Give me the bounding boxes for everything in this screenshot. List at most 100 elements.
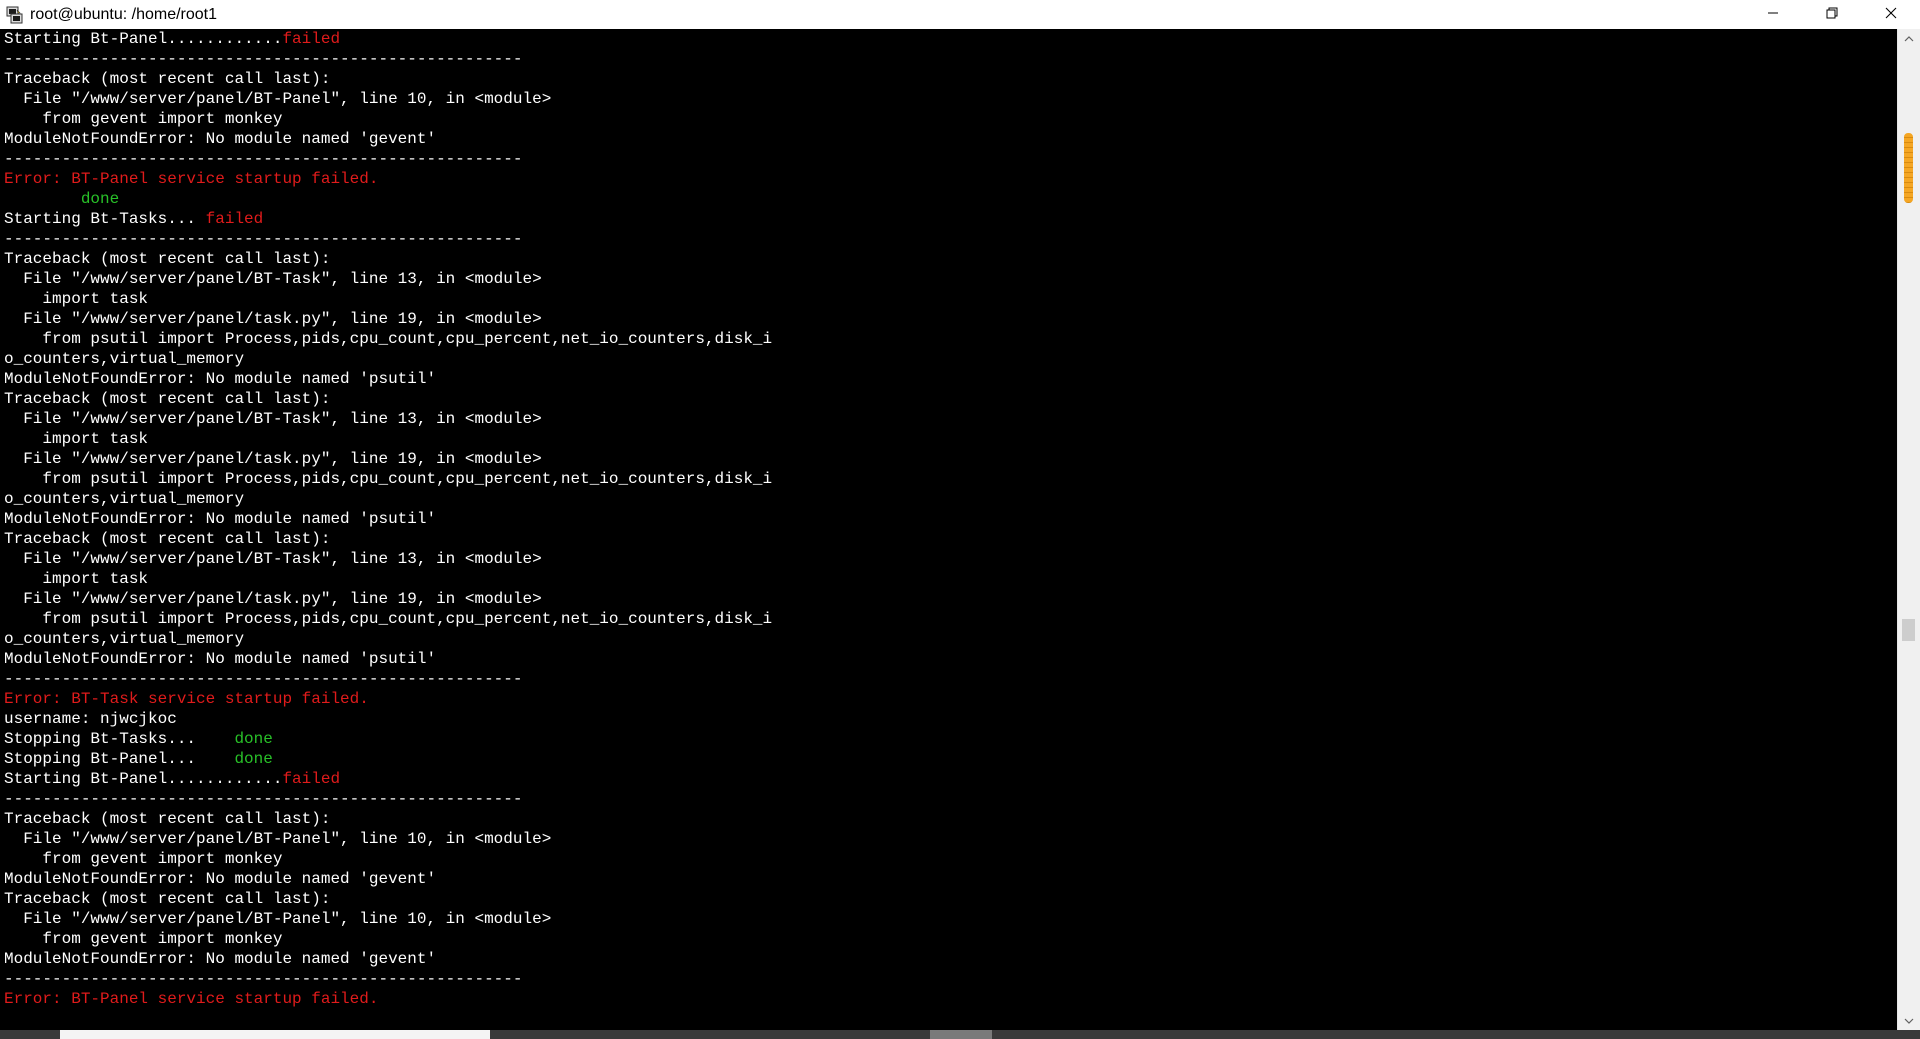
terminal-text: Traceback (most recent call last): — [4, 810, 331, 828]
terminal-line: from psutil import Process,pids,cpu_coun… — [0, 329, 1898, 349]
putty-terminal-icon[interactable] — [4, 5, 24, 25]
terminal-line: from gevent import monkey — [0, 849, 1898, 869]
terminal-line: File "/www/server/panel/BT-Panel", line … — [0, 89, 1898, 109]
terminal-line: ----------------------------------------… — [0, 229, 1898, 249]
terminal-text: Starting Bt-Tasks... — [4, 210, 206, 228]
terminal-text: Stopping Bt-Panel... — [4, 750, 235, 768]
close-button[interactable] — [1861, 0, 1920, 29]
terminal-text: ModuleNotFoundError: No module named 'ps… — [4, 650, 437, 668]
scroll-up-button[interactable] — [1898, 29, 1920, 47]
terminal-text: File "/www/server/panel/BT-Panel", line … — [4, 910, 552, 928]
terminal-text: ModuleNotFoundError: No module named 'ge… — [4, 870, 437, 888]
restore-icon — [1826, 6, 1838, 24]
terminal-text: failed — [282, 30, 341, 48]
terminal-text: import task — [4, 290, 149, 308]
terminal-text: done — [234, 730, 273, 748]
terminal-line: Traceback (most recent call last): — [0, 529, 1898, 549]
terminal-text: File "/www/server/panel/BT-Task", line 1… — [4, 550, 542, 568]
vertical-scrollbar[interactable] — [1897, 29, 1920, 1030]
taskbar-strip — [0, 1030, 1920, 1039]
terminal-text: Traceback (most recent call last): — [4, 890, 331, 908]
terminal-line: ModuleNotFoundError: No module named 'ps… — [0, 509, 1898, 529]
terminal-line: Traceback (most recent call last): — [0, 249, 1898, 269]
terminal-text: o_counters,virtual_memory — [4, 490, 245, 508]
terminal-text: File "/www/server/panel/BT-Task", line 1… — [4, 410, 542, 428]
minimize-icon — [1767, 6, 1779, 24]
terminal-line: from psutil import Process,pids,cpu_coun… — [0, 469, 1898, 489]
terminal-line: File "/www/server/panel/task.py", line 1… — [0, 309, 1898, 329]
terminal-line: ModuleNotFoundError: No module named 'ps… — [0, 649, 1898, 669]
terminal-text: import task — [4, 570, 149, 588]
terminal-text: ----------------------------------------… — [4, 670, 523, 688]
terminal-text: from psutil import Process,pids,cpu_coun… — [4, 610, 773, 628]
terminal-line: ----------------------------------------… — [0, 789, 1898, 809]
terminal-line: Starting Bt-Tasks... failed — [0, 209, 1898, 229]
terminal-line: ModuleNotFoundError: No module named 'ge… — [0, 949, 1898, 969]
terminal-line: ----------------------------------------… — [0, 969, 1898, 989]
terminal-line: Error: BT-Panel service startup failed. — [0, 169, 1898, 189]
terminal-text: Error: BT-Task service startup failed. — [4, 690, 369, 708]
restore-button[interactable] — [1802, 0, 1861, 29]
window-title: root@ubuntu: /home/root1 — [30, 5, 218, 23]
terminal-text: from psutil import Process,pids,cpu_coun… — [4, 470, 773, 488]
terminal-text: ----------------------------------------… — [4, 230, 523, 248]
terminal-line: import task — [0, 429, 1898, 449]
minimize-button[interactable] — [1743, 0, 1802, 29]
terminal-text: Traceback (most recent call last): — [4, 70, 331, 88]
terminal-text: File "/www/server/panel/task.py", line 1… — [4, 450, 542, 468]
window-controls — [1743, 0, 1920, 29]
terminal-text: username: njwcjkoc — [4, 710, 177, 728]
terminal-text: File "/www/server/panel/BT-Panel", line … — [4, 830, 552, 848]
terminal-text: Starting Bt-Panel............ — [4, 770, 283, 788]
terminal-line: File "/www/server/panel/BT-Panel", line … — [0, 909, 1898, 929]
terminal-text: from gevent import monkey — [4, 930, 283, 948]
terminal-text: ----------------------------------------… — [4, 970, 523, 988]
terminal-text: ----------------------------------------… — [4, 50, 523, 68]
taskbar-segment — [60, 1030, 490, 1039]
terminal-text: Stopping Bt-Tasks... — [4, 730, 235, 748]
terminal-line: File "/www/server/panel/BT-Task", line 1… — [0, 409, 1898, 429]
terminal-text: Traceback (most recent call last): — [4, 390, 331, 408]
terminal-text: failed — [282, 770, 341, 788]
terminal-text: o_counters,virtual_memory — [4, 350, 245, 368]
terminal-text: File "/www/server/panel/BT-Task", line 1… — [4, 270, 542, 288]
scrollbar-thumb[interactable] — [1902, 619, 1915, 641]
terminal-text: ----------------------------------------… — [4, 790, 523, 808]
terminal-line: Traceback (most recent call last): — [0, 69, 1898, 89]
terminal-line: Starting Bt-Panel............failed — [0, 769, 1898, 789]
terminal-line: o_counters,virtual_memory — [0, 349, 1898, 369]
terminal-line: File "/www/server/panel/BT-Panel", line … — [0, 829, 1898, 849]
terminal-line: import task — [0, 289, 1898, 309]
terminal-text: from gevent import monkey — [4, 110, 283, 128]
terminal-text: Error: BT-Panel service startup failed. — [4, 990, 379, 1008]
terminal-output[interactable]: Starting Bt-Panel............failed -----… — [0, 29, 1898, 1030]
terminal-line: Error: BT-Panel service startup failed. — [0, 989, 1898, 1009]
terminal-line: File "/www/server/panel/task.py", line 1… — [0, 449, 1898, 469]
close-icon — [1885, 6, 1897, 24]
terminal-line: File "/www/server/panel/BT-Task", line 1… — [0, 549, 1898, 569]
title-bar[interactable]: root@ubuntu: /home/root1 — [0, 0, 1920, 29]
terminal-text: Error: BT-Panel service startup failed. — [4, 170, 379, 188]
terminal-text: ModuleNotFoundError: No module named 'ps… — [4, 510, 437, 528]
terminal-line: from gevent import monkey — [0, 929, 1898, 949]
scrollbar-marker — [1904, 133, 1913, 203]
terminal-text: File "/www/server/panel/BT-Panel", line … — [4, 90, 552, 108]
terminal-text: from gevent import monkey — [4, 850, 283, 868]
terminal-line: ----------------------------------------… — [0, 149, 1898, 169]
terminal-line: Stopping Bt-Tasks... done — [0, 729, 1898, 749]
terminal-text: File "/www/server/panel/task.py", line 1… — [4, 590, 542, 608]
terminal-line: Starting Bt-Panel............failed — [0, 29, 1898, 49]
terminal-line: Traceback (most recent call last): — [0, 389, 1898, 409]
terminal-text: ModuleNotFoundError: No module named 'ge… — [4, 950, 437, 968]
terminal-text: ----------------------------------------… — [4, 150, 523, 168]
terminal-line: ModuleNotFoundError: No module named 'ge… — [0, 129, 1898, 149]
terminal-text: ModuleNotFoundError: No module named 'ps… — [4, 370, 437, 388]
terminal-line: File "/www/server/panel/BT-Task", line 1… — [0, 269, 1898, 289]
terminal-text: File "/www/server/panel/task.py", line 1… — [4, 310, 542, 328]
scroll-down-button[interactable] — [1898, 1012, 1920, 1030]
terminal-text: failed — [205, 210, 264, 228]
terminal-line: Traceback (most recent call last): — [0, 889, 1898, 909]
chevron-down-icon — [1904, 1012, 1914, 1030]
terminal-line: done — [0, 189, 1898, 209]
